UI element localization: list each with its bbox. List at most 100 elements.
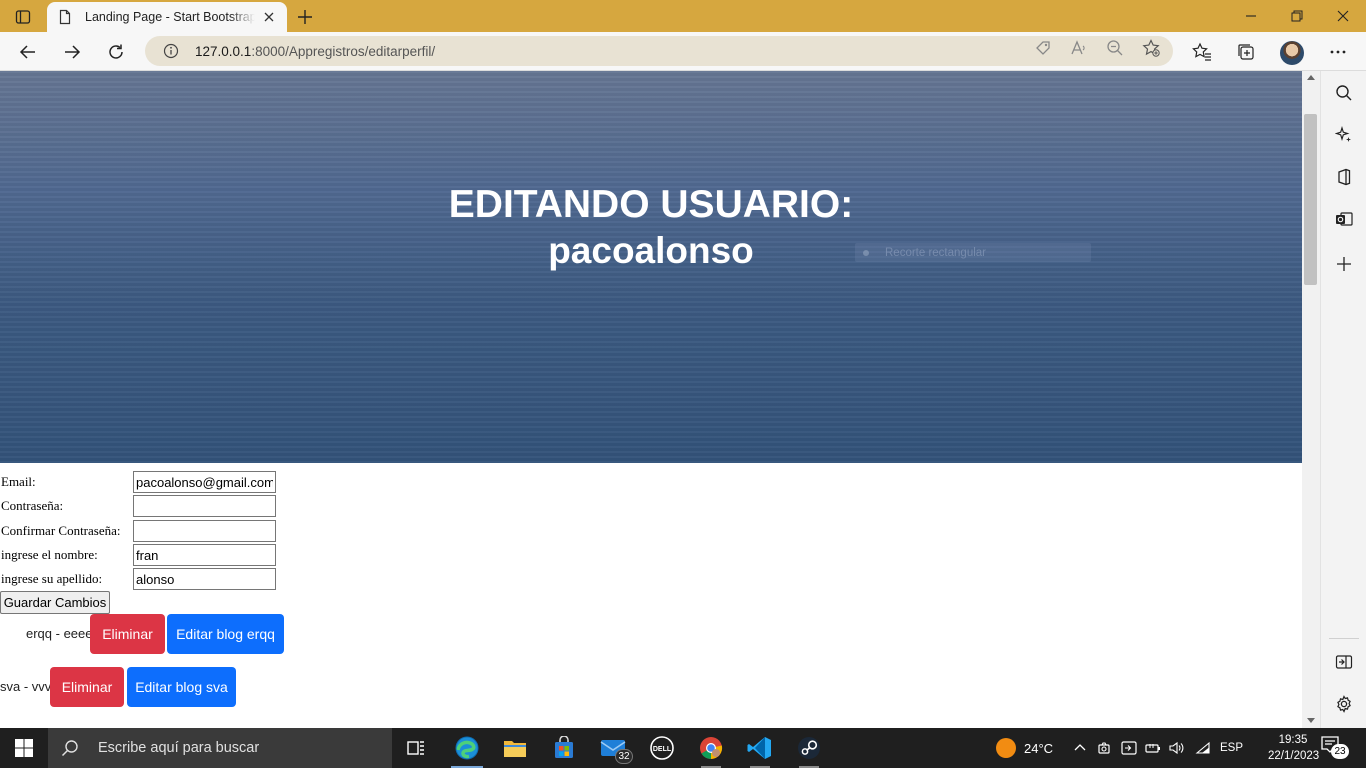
browser-sidebar bbox=[1320, 71, 1366, 728]
show-hidden-icons-chevron-up-icon[interactable] bbox=[1071, 738, 1089, 758]
add-sidebar-app-icon[interactable] bbox=[1333, 253, 1355, 275]
address-field[interactable]: 127.0.0.1:8000/Appregistros/editarperfil… bbox=[145, 36, 1173, 66]
battery-plug-icon[interactable] bbox=[1144, 738, 1162, 758]
chrome-taskbar-app[interactable] bbox=[687, 728, 735, 768]
page-scrollbar[interactable] bbox=[1302, 71, 1320, 728]
store-icon bbox=[555, 736, 573, 758]
browser-tab-active[interactable]: Landing Page - Start Bootstrap Theme bbox=[47, 2, 287, 32]
weather-widget[interactable]: 24°C bbox=[996, 728, 1053, 768]
svg-text:DELL: DELL bbox=[653, 746, 672, 753]
sidebar-divider bbox=[1329, 638, 1359, 639]
sparkle-icon[interactable] bbox=[1333, 124, 1355, 146]
search-placeholder: Escribe aquí para buscar bbox=[98, 740, 260, 756]
favorites-icon[interactable] bbox=[1191, 41, 1213, 63]
delete-blog-button[interactable]: Eliminar bbox=[90, 614, 165, 654]
blog-item-label: sva - vvv bbox=[0, 679, 52, 694]
close-icon bbox=[1337, 10, 1349, 22]
file-explorer-taskbar-app[interactable] bbox=[491, 728, 539, 768]
new-tab-button[interactable] bbox=[294, 6, 316, 28]
clock-time: 19:35 bbox=[1278, 734, 1308, 746]
tab-title: Landing Page - Start Bootstrap Theme bbox=[85, 10, 255, 24]
url-text: 127.0.0.1:8000/Appregistros/editarperfil… bbox=[195, 44, 435, 59]
zoom-out-icon[interactable] bbox=[1106, 39, 1124, 57]
forward-button[interactable] bbox=[60, 40, 84, 64]
start-button[interactable] bbox=[0, 728, 48, 768]
tracking-prevention-icon[interactable] bbox=[1034, 39, 1052, 57]
sun-icon bbox=[996, 738, 1016, 758]
username-heading: pacoalonso bbox=[548, 230, 754, 271]
save-changes-button[interactable]: Guardar Cambios bbox=[0, 591, 110, 614]
email-field[interactable] bbox=[133, 471, 276, 493]
folder-icon bbox=[504, 741, 526, 757]
vscode-icon bbox=[747, 737, 771, 759]
notification-center-button[interactable]: 23 bbox=[1320, 736, 1350, 760]
mail-taskbar-app[interactable]: 32 bbox=[589, 728, 637, 768]
taskbar-search-box[interactable]: Escribe aquí para buscar bbox=[48, 728, 392, 768]
microsoft-store-taskbar-app[interactable] bbox=[540, 728, 588, 768]
steam-icon bbox=[798, 737, 820, 759]
read-aloud-icon[interactable] bbox=[1070, 39, 1088, 57]
system-clock[interactable]: 19:35 22/1/2023 bbox=[1268, 732, 1320, 764]
vscode-taskbar-app[interactable] bbox=[736, 728, 784, 768]
first-name-field[interactable] bbox=[133, 544, 276, 566]
steam-taskbar-app[interactable] bbox=[785, 728, 833, 768]
device-icon[interactable] bbox=[1120, 738, 1138, 758]
snip-tool-hint: Recorte rectangular bbox=[855, 243, 1091, 262]
more-options-icon[interactable] bbox=[1327, 41, 1349, 63]
camera-icon[interactable] bbox=[1096, 738, 1114, 758]
office-icon[interactable] bbox=[1333, 166, 1355, 188]
dell-taskbar-app[interactable]: DELL bbox=[638, 728, 686, 768]
restore-icon bbox=[1291, 10, 1303, 22]
email-label: Email: bbox=[1, 474, 36, 489]
first-name-label: ingrese el nombre: bbox=[1, 547, 98, 562]
refresh-button[interactable] bbox=[104, 40, 128, 64]
snip-dot-icon bbox=[863, 249, 869, 256]
plus-icon bbox=[298, 10, 312, 24]
last-name-field[interactable] bbox=[133, 568, 276, 590]
outlook-icon[interactable] bbox=[1333, 208, 1355, 230]
edit-blog-button[interactable]: Editar blog erqq bbox=[167, 614, 284, 654]
minimize-button[interactable] bbox=[1240, 6, 1262, 26]
minimize-icon bbox=[1246, 15, 1256, 17]
scroll-down-arrow-icon[interactable] bbox=[1307, 718, 1315, 723]
arrow-left-icon bbox=[19, 45, 35, 59]
volume-icon[interactable] bbox=[1168, 738, 1186, 758]
scrollbar-thumb[interactable] bbox=[1304, 114, 1317, 285]
windows-logo-icon bbox=[15, 739, 33, 757]
task-view-button[interactable] bbox=[392, 728, 440, 768]
confirm-password-label: Confirmar Contraseña: bbox=[1, 523, 121, 538]
dell-logo-icon: DELL bbox=[650, 736, 674, 760]
clock-date: 22/1/2023 bbox=[1268, 750, 1320, 762]
add-favorite-icon[interactable] bbox=[1142, 39, 1160, 57]
wifi-icon[interactable] bbox=[1194, 738, 1212, 758]
password-label: Contraseña: bbox=[1, 498, 64, 513]
weather-temperature: 24°C bbox=[1024, 740, 1054, 756]
close-window-button[interactable] bbox=[1332, 6, 1354, 26]
task-view-icon bbox=[407, 741, 424, 755]
url-path: :8000/Appregistros/editarperfil/ bbox=[251, 43, 436, 59]
sidebar-search-icon[interactable] bbox=[1333, 82, 1355, 104]
edit-blog-button[interactable]: Editar blog sva bbox=[127, 667, 236, 707]
tab-actions-icon bbox=[15, 10, 31, 24]
scroll-up-arrow-icon[interactable] bbox=[1307, 75, 1315, 80]
close-tab-icon[interactable] bbox=[261, 9, 277, 25]
password-field[interactable] bbox=[133, 495, 276, 517]
page-title: EDITANDO USUARIO: bbox=[448, 183, 854, 226]
tab-actions-button[interactable] bbox=[8, 6, 38, 28]
masthead-banner: EDITANDO USUARIO: pacoalonso Recorte rec… bbox=[0, 71, 1302, 463]
chrome-icon bbox=[700, 737, 723, 760]
collections-icon[interactable] bbox=[1235, 41, 1257, 63]
hide-sidebar-icon[interactable] bbox=[1333, 651, 1355, 673]
edge-icon bbox=[455, 736, 479, 760]
info-icon[interactable] bbox=[163, 43, 179, 59]
restore-button[interactable] bbox=[1286, 6, 1308, 26]
delete-blog-button[interactable]: Eliminar bbox=[50, 667, 124, 707]
settings-gear-icon[interactable] bbox=[1333, 693, 1355, 715]
mail-unread-badge: 32 bbox=[615, 749, 633, 764]
blog-item-label: erqq - eeee bbox=[26, 626, 93, 641]
confirm-password-field[interactable] bbox=[133, 520, 276, 542]
back-button[interactable] bbox=[16, 40, 40, 64]
input-language[interactable]: ESP bbox=[1220, 728, 1243, 768]
edge-taskbar-app[interactable] bbox=[443, 728, 491, 768]
profile-avatar[interactable] bbox=[1280, 41, 1304, 65]
